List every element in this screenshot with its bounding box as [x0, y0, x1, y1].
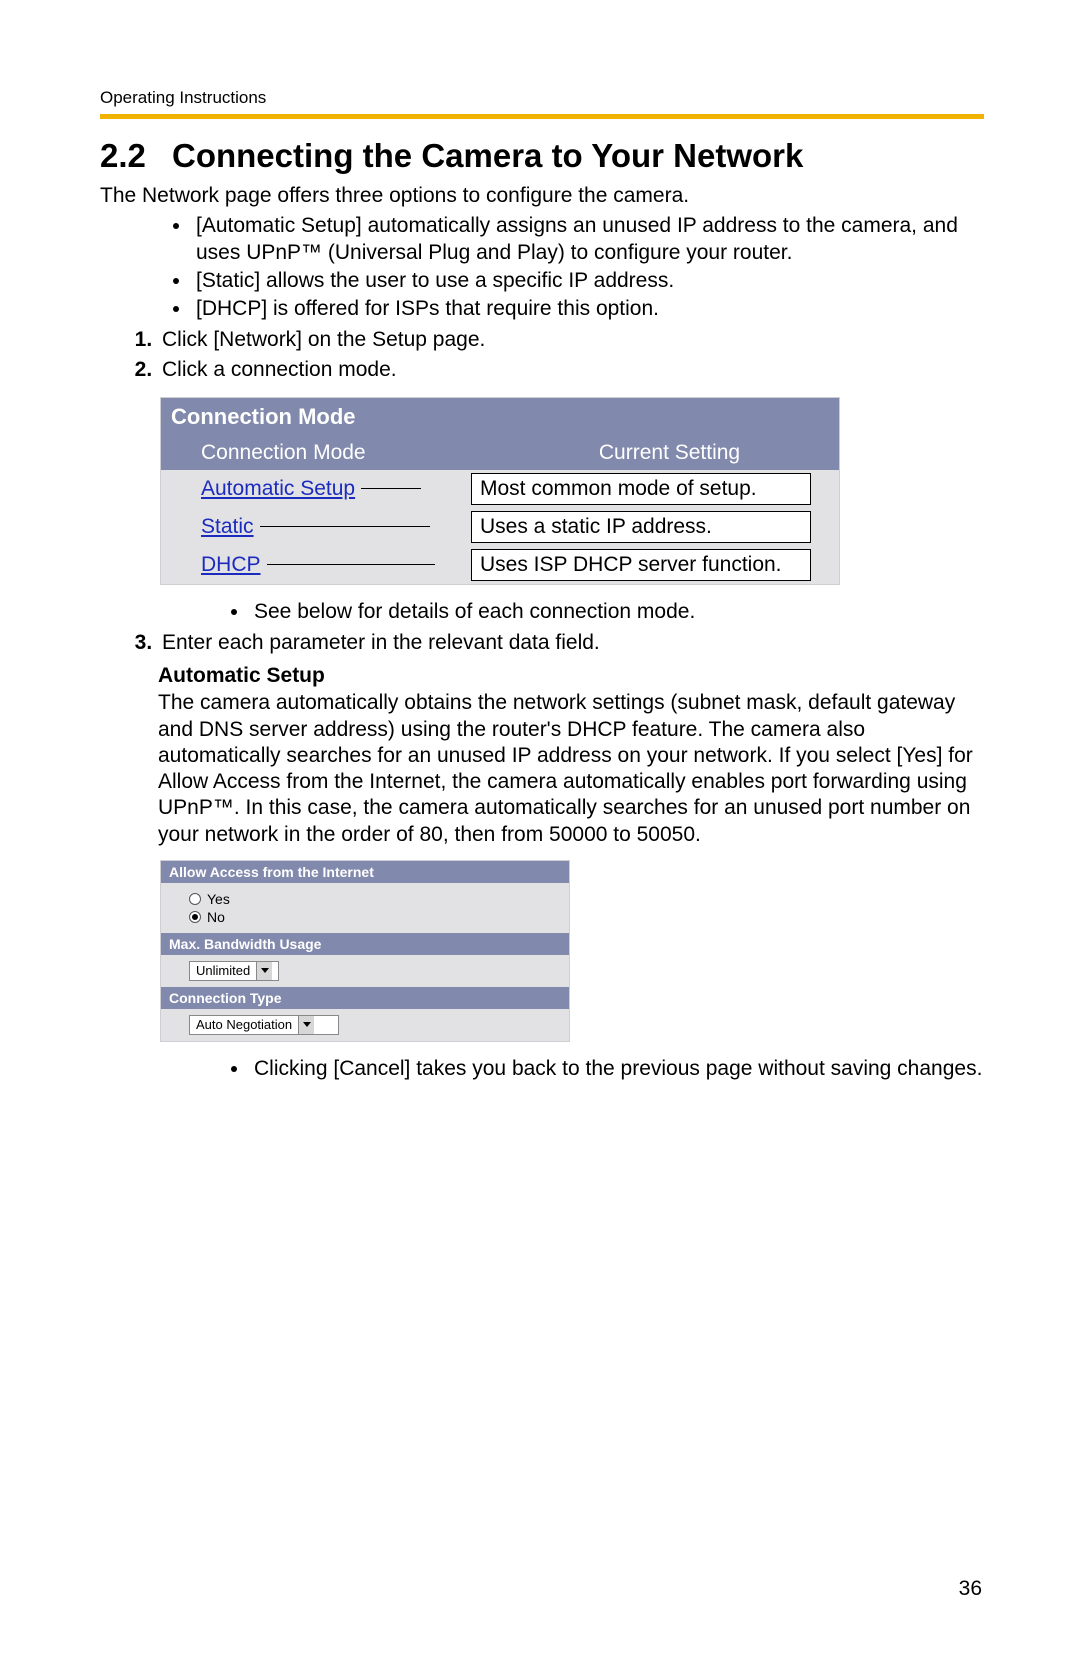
- radio-no-label: No: [207, 909, 225, 925]
- connection-mode-panel: Connection Mode Connection Mode Current …: [160, 397, 840, 585]
- header-rule: [100, 114, 984, 119]
- step-1: Click [Network] on the Setup page.: [158, 326, 984, 353]
- connector-line: [361, 488, 421, 489]
- list-item: See below for details of each connection…: [250, 599, 984, 625]
- connection-type-select[interactable]: Auto Negotiation: [189, 1015, 339, 1035]
- steps-list-cont: Enter each parameter in the relevant dat…: [100, 629, 984, 656]
- radio-no-row[interactable]: No: [189, 909, 569, 925]
- chevron-down-icon[interactable]: [256, 962, 272, 980]
- connection-mode-title: Connection Mode: [161, 398, 839, 436]
- step-2: Click a connection mode.: [158, 356, 984, 383]
- section-heading: 2.2Connecting the Camera to Your Network: [100, 137, 984, 175]
- intro-text: The Network page offers three options to…: [100, 183, 984, 209]
- section-title-text: Connecting the Camera to Your Network: [172, 137, 803, 174]
- connection-mode-desc: Uses a static IP address.: [471, 511, 811, 543]
- radio-icon[interactable]: [189, 911, 201, 923]
- step-1-text: Click [Network] on the Setup page.: [162, 328, 485, 351]
- connection-mode-desc: Uses ISP DHCP server function.: [471, 549, 811, 581]
- list-item: [Static] allows the user to use a specif…: [192, 268, 984, 294]
- automatic-setup-subheading: Automatic Setup: [158, 664, 984, 688]
- steps-list: Click [Network] on the Setup page. Click…: [100, 326, 984, 383]
- chevron-down-icon[interactable]: [298, 1016, 314, 1034]
- list-item: Clicking [Cancel] takes you back to the …: [250, 1056, 984, 1082]
- radio-yes-label: Yes: [207, 891, 230, 907]
- step-3: Enter each parameter in the relevant dat…: [158, 629, 984, 656]
- connection-mode-header-row: Connection Mode Current Setting: [161, 436, 839, 470]
- allow-access-heading: Allow Access from the Internet: [161, 861, 569, 883]
- page-number: 36: [959, 1577, 982, 1601]
- settings-panel: Allow Access from the Internet Yes No Ma…: [160, 860, 570, 1042]
- step-3-text: Enter each parameter in the relevant dat…: [162, 631, 600, 654]
- step2-note-list: See below for details of each connection…: [158, 599, 984, 625]
- running-head: Operating Instructions: [100, 88, 984, 108]
- list-item: [Automatic Setup] automatically assigns …: [192, 213, 984, 266]
- bandwidth-select-value: Unlimited: [196, 963, 250, 978]
- connection-mode-col-right: Current Setting: [500, 436, 839, 470]
- section-number: 2.2: [100, 137, 172, 175]
- intro-bullet-list: [Automatic Setup] automatically assigns …: [100, 213, 984, 322]
- cancel-note-list: Clicking [Cancel] takes you back to the …: [158, 1056, 984, 1082]
- connection-type-select-value: Auto Negotiation: [196, 1017, 292, 1032]
- connection-mode-row: Static Uses a static IP address.: [161, 508, 839, 546]
- step-2-text: Click a connection mode.: [162, 358, 397, 381]
- connector-line: [267, 564, 435, 565]
- connection-mode-desc: Most common mode of setup.: [471, 473, 811, 505]
- bandwidth-select[interactable]: Unlimited: [189, 961, 279, 981]
- connection-type-heading: Connection Type: [161, 987, 569, 1009]
- bandwidth-heading: Max. Bandwidth Usage: [161, 933, 569, 955]
- radio-icon[interactable]: [189, 893, 201, 905]
- dhcp-link[interactable]: DHCP: [201, 553, 261, 577]
- automatic-setup-link[interactable]: Automatic Setup: [201, 477, 355, 501]
- list-item: [DHCP] is offered for ISPs that require …: [192, 296, 984, 322]
- connector-line: [260, 526, 430, 527]
- connection-mode-row: DHCP Uses ISP DHCP server function.: [161, 546, 839, 584]
- connection-mode-row: Automatic Setup Most common mode of setu…: [161, 470, 839, 508]
- radio-yes-row[interactable]: Yes: [189, 891, 569, 907]
- connection-mode-col-left: Connection Mode: [161, 436, 500, 470]
- static-link[interactable]: Static: [201, 515, 254, 539]
- automatic-setup-paragraph: The camera automatically obtains the net…: [158, 690, 984, 848]
